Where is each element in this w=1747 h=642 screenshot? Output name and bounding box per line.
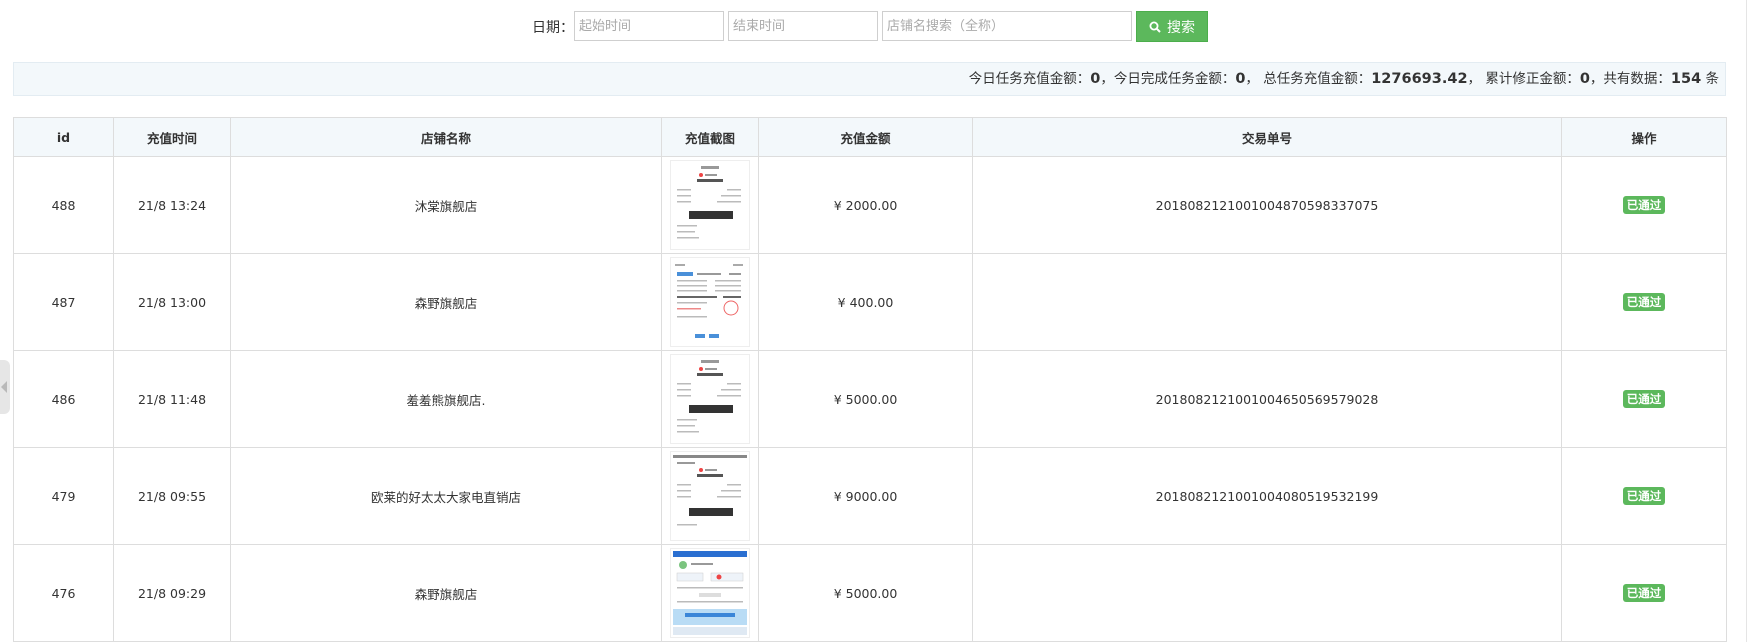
cell-screenshot <box>661 253 759 351</box>
cell-amount: ¥ 9000.00 <box>758 447 973 545</box>
header-time: 充值时间 <box>113 117 231 157</box>
cell-shop: 羞羞熊旗舰店. <box>230 350 662 448</box>
cell-txn: 2018082121001004080519532199 <box>972 447 1562 545</box>
correction-value: 0 <box>1579 71 1590 87</box>
sidebar-toggle-handle[interactable] <box>0 360 10 414</box>
receipt-thumbnail[interactable] <box>670 451 750 541</box>
cell-time: 21/8 09:29 <box>113 544 231 642</box>
today-recharge-label: 今日任务充值金额： <box>968 71 1091 87</box>
table-row: 479 21/8 09:55 欧莱的好太太大家电直销店 ¥ 9000.00 20… <box>13 447 1727 545</box>
status-badge[interactable]: 已通过 <box>1622 487 1666 505</box>
cell-txn <box>972 544 1562 642</box>
cell-action: 已通过 <box>1561 253 1727 351</box>
cell-action: 已通过 <box>1561 156 1727 254</box>
count-value: 154 <box>1670 71 1702 87</box>
cell-id: 487 <box>13 253 114 351</box>
receipt-thumbnail[interactable] <box>670 354 750 444</box>
table-header-row: id 充值时间 店铺名称 充值截图 充值金额 交易单号 操作 <box>13 117 1727 157</box>
cell-txn <box>972 253 1562 351</box>
cell-time: 21/8 09:55 <box>113 447 231 545</box>
recharge-table: id 充值时间 店铺名称 充值截图 充值金额 交易单号 操作 488 21/8 … <box>13 117 1727 642</box>
today-recharge-value: 0 <box>1090 71 1101 87</box>
cell-id: 486 <box>13 350 114 448</box>
cell-txn: 2018082121001004870598337075 <box>972 156 1562 254</box>
search-bar: 日期： 搜索 <box>0 11 1747 43</box>
cell-amount: ¥ 5000.00 <box>758 544 973 642</box>
stats-summary: 今日任务充值金额：0，今日完成任务金额：0， 总任务充值金额：1276693.4… <box>13 62 1726 96</box>
cell-time: 21/8 13:00 <box>113 253 231 351</box>
table-row: 486 21/8 11:48 羞羞熊旗舰店. ¥ 5000.00 2018082… <box>13 350 1727 448</box>
header-shop: 店铺名称 <box>230 117 662 157</box>
end-date-input[interactable] <box>728 11 878 41</box>
count-unit: 条 <box>1701 71 1719 87</box>
shop-search-input[interactable] <box>882 11 1132 41</box>
table-row: 488 21/8 13:24 沐棠旗舰店 ¥ 2000.00 201808212… <box>13 156 1727 254</box>
correction-label: ， 累计修正金额： <box>1467 71 1580 87</box>
status-badge[interactable]: 已通过 <box>1622 293 1666 311</box>
cell-id: 488 <box>13 156 114 254</box>
today-done-label: ，今日完成任务金额： <box>1100 71 1236 87</box>
count-label: ，共有数据： <box>1589 71 1671 87</box>
cell-shop: 沐棠旗舰店 <box>230 156 662 254</box>
search-icon <box>1149 21 1161 33</box>
cell-screenshot <box>661 447 759 545</box>
cell-txn: 2018082121001004650569579028 <box>972 350 1562 448</box>
cell-id: 476 <box>13 544 114 642</box>
receipt-thumbnail[interactable] <box>670 257 750 347</box>
cell-amount: ¥ 2000.00 <box>758 156 973 254</box>
cell-time: 21/8 11:48 <box>113 350 231 448</box>
cell-time: 21/8 13:24 <box>113 156 231 254</box>
cell-id: 479 <box>13 447 114 545</box>
total-recharge-value: 1276693.42 <box>1371 71 1468 87</box>
cell-screenshot <box>661 544 759 642</box>
header-id: id <box>13 117 114 157</box>
cell-screenshot <box>661 350 759 448</box>
receipt-thumbnail[interactable] <box>670 548 750 638</box>
search-button[interactable]: 搜索 <box>1136 11 1208 42</box>
header-txn: 交易单号 <box>972 117 1562 157</box>
status-badge[interactable]: 已通过 <box>1622 390 1666 408</box>
date-label: 日期： <box>532 20 574 36</box>
today-done-value: 0 <box>1235 71 1246 87</box>
header-amount: 充值金额 <box>758 117 973 157</box>
cell-shop: 森野旗舰店 <box>230 253 662 351</box>
cell-amount: ¥ 400.00 <box>758 253 973 351</box>
cell-amount: ¥ 5000.00 <box>758 350 973 448</box>
total-recharge-label: ， 总任务充值金额： <box>1245 71 1372 87</box>
status-badge[interactable]: 已通过 <box>1622 584 1666 602</box>
table-row: 487 21/8 13:00 森野旗舰店 ¥ 400.00 已通过 <box>13 253 1727 351</box>
cell-action: 已通过 <box>1561 544 1727 642</box>
cell-shop: 欧莱的好太太大家电直销店 <box>230 447 662 545</box>
search-button-label: 搜索 <box>1167 19 1195 36</box>
table-row: 476 21/8 09:29 森野旗舰店 ¥ 5000.00 已通过 <box>13 544 1727 642</box>
header-screenshot: 充值截图 <box>661 117 759 157</box>
status-badge[interactable]: 已通过 <box>1622 196 1666 214</box>
cell-action: 已通过 <box>1561 447 1727 545</box>
start-date-input[interactable] <box>574 11 724 41</box>
cell-action: 已通过 <box>1561 350 1727 448</box>
receipt-thumbnail[interactable] <box>670 160 750 250</box>
cell-screenshot <box>661 156 759 254</box>
header-action: 操作 <box>1561 117 1727 157</box>
cell-shop: 森野旗舰店 <box>230 544 662 642</box>
